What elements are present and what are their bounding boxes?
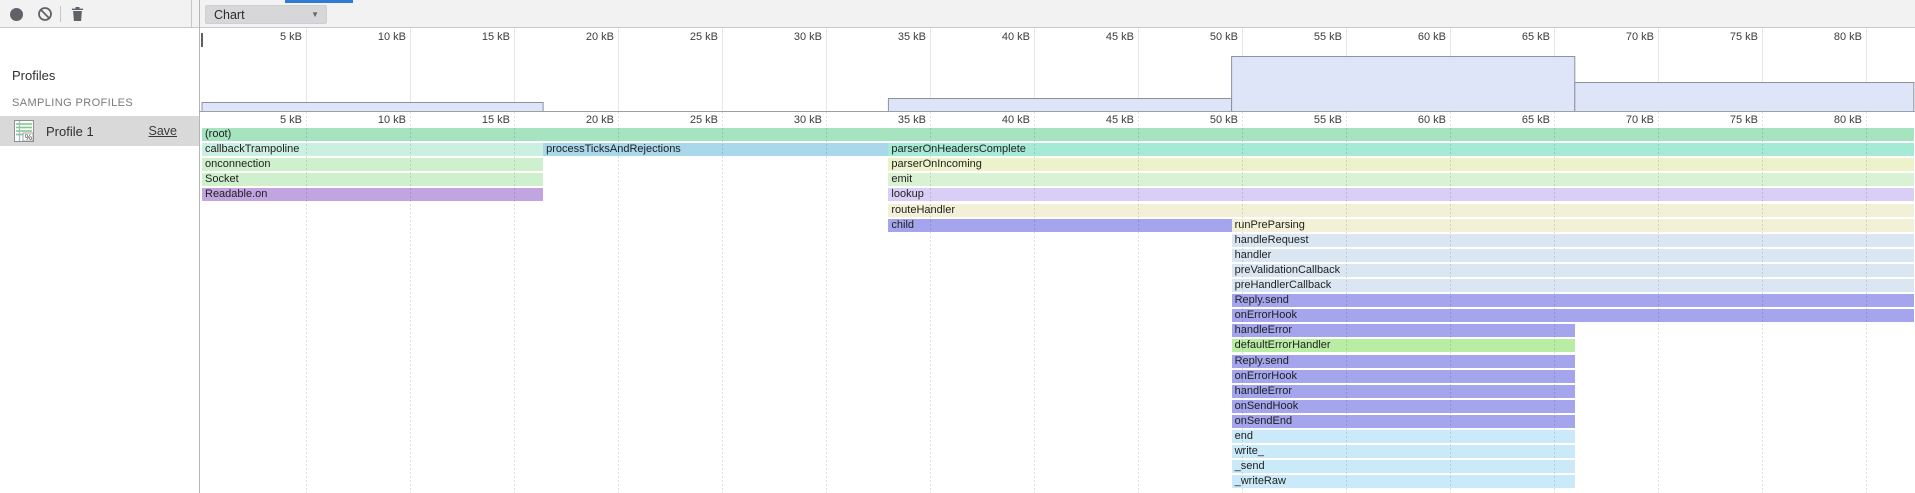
gridline [1762, 112, 1763, 493]
flame-bar[interactable]: Reply.send [1232, 355, 1575, 368]
toolbar-divider [191, 0, 192, 28]
ruler-tick-label: 20 kB [554, 114, 614, 126]
ruler-tick-label: 70 kB [1594, 114, 1654, 126]
profiler-panel: Chart ▼ Profiles SAMPLING PROFILES % [0, 0, 1915, 493]
ruler-origin-tick [201, 33, 203, 47]
ruler-tick-label: 70 kB [1594, 31, 1654, 43]
ruler-tick-label: 25 kB [658, 31, 718, 43]
ruler-tick-label: 35 kB [866, 31, 926, 43]
ruler-tick-label: 10 kB [346, 31, 406, 43]
flame-bar[interactable]: end [1232, 430, 1575, 443]
ruler-tick-label: 65 kB [1490, 31, 1550, 43]
ruler-tick-label: 20 kB [554, 31, 614, 43]
flame-bar[interactable]: onSendHook [1232, 400, 1575, 413]
flame-bar[interactable]: onconnection [202, 158, 543, 171]
flame-bar[interactable]: Socket [202, 173, 543, 186]
flame-bar[interactable]: defaultErrorHandler [1232, 339, 1575, 352]
flame-bar[interactable]: _writeRaw [1232, 475, 1575, 488]
gridline [1242, 112, 1243, 493]
flame-bar[interactable]: parserOnIncoming [888, 158, 1913, 171]
gridline [930, 112, 931, 493]
ruler-tick-label: 5 kB [242, 114, 302, 126]
flame-bar[interactable]: parserOnHeadersComplete [888, 143, 1913, 156]
toolbar: Chart ▼ [0, 0, 1915, 28]
gridline [1346, 112, 1347, 493]
flame-bar[interactable]: callbackTrampoline [202, 143, 543, 156]
active-tab-accent [285, 0, 353, 3]
ruler-tick-label: 65 kB [1490, 114, 1550, 126]
flame-bar[interactable]: runPreParsing [1232, 219, 1914, 232]
trash-icon[interactable] [70, 6, 85, 27]
ruler-tick-label: 10 kB [346, 114, 406, 126]
flame-bar[interactable]: handler [1232, 249, 1914, 262]
flame-bar[interactable]: handleError [1232, 324, 1575, 337]
flame-bar[interactable]: child [888, 219, 1231, 232]
ruler-tick-label: 30 kB [762, 114, 822, 126]
ruler-tick-label: 50 kB [1178, 114, 1238, 126]
flame-bar[interactable]: Reply.send [1232, 294, 1914, 307]
flame-bar[interactable]: onErrorHook [1232, 370, 1575, 383]
gridline [1138, 112, 1139, 493]
ruler-tick-label: 60 kB [1386, 31, 1446, 43]
flame-bar[interactable]: emit [888, 173, 1913, 186]
ruler-tick-label: 75 kB [1698, 114, 1758, 126]
toolbar-separator [60, 6, 61, 22]
ruler-tick-label: 45 kB [1074, 31, 1134, 43]
gridline [306, 112, 307, 493]
gridline [1554, 112, 1555, 493]
gridline [1450, 112, 1451, 493]
gridline [722, 112, 723, 493]
gridline [826, 112, 827, 493]
gridline [410, 112, 411, 493]
chevron-down-icon: ▼ [311, 10, 319, 19]
ruler-tick-label: 40 kB [970, 31, 1030, 43]
flame-bar[interactable]: preHandlerCallback [1232, 279, 1914, 292]
ruler-tick-label: 45 kB [1074, 114, 1134, 126]
gridline [1658, 112, 1659, 493]
save-profile-link[interactable]: Save [149, 124, 178, 138]
ruler-tick-label: 55 kB [1282, 31, 1342, 43]
record-icon[interactable] [10, 8, 23, 21]
flame-bar[interactable]: lookup [888, 188, 1913, 201]
clear-all-icon[interactable] [37, 6, 53, 27]
flame-bar[interactable]: preValidationCallback [1232, 264, 1914, 277]
ruler-tick-label: 80 kB [1802, 31, 1862, 43]
flame-bar[interactable]: routeHandler [888, 204, 1913, 217]
ruler-tick-label: 25 kB [658, 114, 718, 126]
ruler-tick-label: 55 kB [1282, 114, 1342, 126]
flame-bar[interactable]: Readable.on [202, 188, 543, 201]
profile-name: Profile 1 [46, 124, 94, 139]
flame-bar[interactable]: write_ [1232, 445, 1575, 458]
view-mode-value: Chart [214, 8, 245, 22]
profile-document-icon: % [14, 120, 34, 147]
ruler-tick-label: 15 kB [450, 31, 510, 43]
ruler-tick-label: 80 kB [1802, 114, 1862, 126]
svg-text:%: % [25, 133, 32, 142]
ruler-tick-label: 75 kB [1698, 31, 1758, 43]
flame-bar[interactable]: handleError [1232, 385, 1575, 398]
ruler-tick-label: 30 kB [762, 31, 822, 43]
gridline [514, 112, 515, 493]
gridline [1034, 112, 1035, 493]
view-mode-select[interactable]: Chart ▼ [205, 5, 327, 24]
ruler-tick-label: 5 kB [242, 31, 302, 43]
flame-bar[interactable]: onSendEnd [1232, 415, 1575, 428]
flame-bar[interactable]: onErrorHook [1232, 309, 1914, 322]
overview-area-chart[interactable] [0, 46, 1915, 112]
ruler-tick-label: 50 kB [1178, 31, 1238, 43]
ruler-tick-label: 35 kB [866, 114, 926, 126]
gridline [1866, 112, 1867, 493]
flame-bar[interactable]: processTicksAndRejections [543, 143, 888, 156]
gridline [618, 112, 619, 493]
flame-bar[interactable]: _send [1232, 460, 1575, 473]
ruler-tick-label: 15 kB [450, 114, 510, 126]
ruler-tick-label: 40 kB [970, 114, 1030, 126]
flame-bar[interactable]: handleRequest [1232, 234, 1914, 247]
sidebar-item-profile-1[interactable]: % Profile 1 Save [0, 116, 199, 146]
ruler-tick-label: 60 kB [1386, 114, 1446, 126]
